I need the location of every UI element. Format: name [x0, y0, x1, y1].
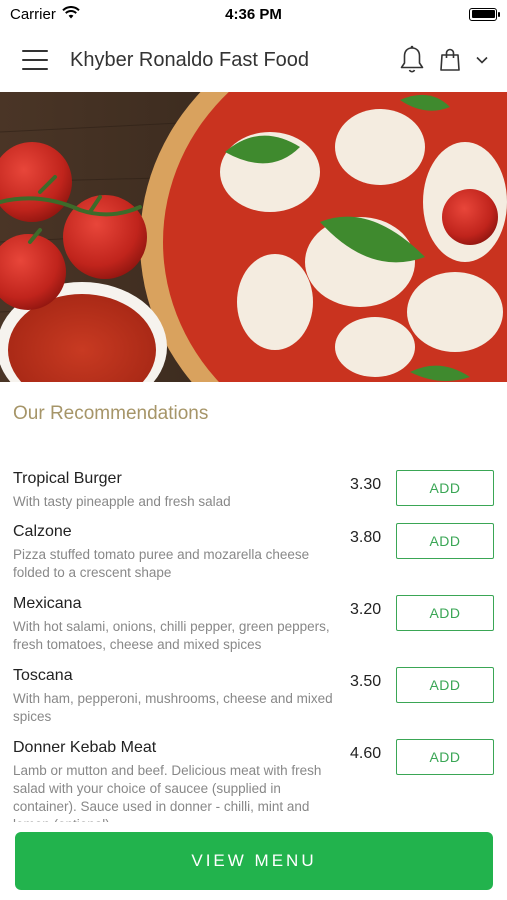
shopping-bag-icon[interactable] [439, 48, 461, 72]
recommendations-list[interactable]: Tropical Burger With tasty pineapple and… [0, 462, 507, 822]
add-button[interactable]: ADD [396, 470, 494, 506]
bell-icon[interactable] [399, 45, 425, 75]
item-price: 3.50 [350, 673, 382, 690]
item-name: Toscana [13, 667, 73, 684]
carrier-label: Carrier [10, 5, 56, 23]
pizza-margherita-photo [0, 92, 507, 382]
item-description: With ham, pepperoni, mushrooms, cheese a… [13, 691, 333, 724]
item-price: 3.80 [350, 529, 382, 546]
item-description: With tasty pineapple and fresh salad [13, 494, 231, 509]
hero-image [0, 92, 507, 382]
item-price: 3.20 [350, 601, 382, 618]
header-actions [399, 45, 489, 75]
status-bar: Carrier 4:36 PM [0, 0, 507, 28]
item-name: Mexicana [13, 595, 82, 612]
view-menu-button[interactable]: VIEW MENU [15, 832, 493, 890]
item-name: Donner Kebab Meat [13, 739, 157, 756]
menu-icon[interactable] [22, 50, 48, 70]
add-button[interactable]: ADD [396, 595, 494, 631]
app-header: Khyber Ronaldo Fast Food [0, 28, 507, 92]
section-title: Our Recommendations [13, 403, 209, 424]
status-left: Carrier [10, 6, 80, 23]
chevron-down-icon[interactable] [475, 55, 489, 65]
item-description: With hot salami, onions, chilli pepper, … [13, 619, 330, 652]
item-name: Calzone [13, 523, 72, 540]
item-price: 4.60 [350, 745, 382, 762]
add-button[interactable]: ADD [396, 739, 494, 775]
app-title: Khyber Ronaldo Fast Food [70, 48, 310, 71]
item-description: Lamb or mutton and beef. Delicious meat … [13, 763, 322, 822]
add-button[interactable]: ADD [396, 523, 494, 559]
item-name: Tropical Burger [13, 470, 122, 487]
add-button[interactable]: ADD [396, 667, 494, 703]
battery-icon [469, 7, 500, 21]
wifi-icon [62, 5, 80, 23]
item-price: 3.30 [350, 476, 382, 493]
item-description: Pizza stuffed tomato puree and mozarella… [13, 547, 310, 580]
